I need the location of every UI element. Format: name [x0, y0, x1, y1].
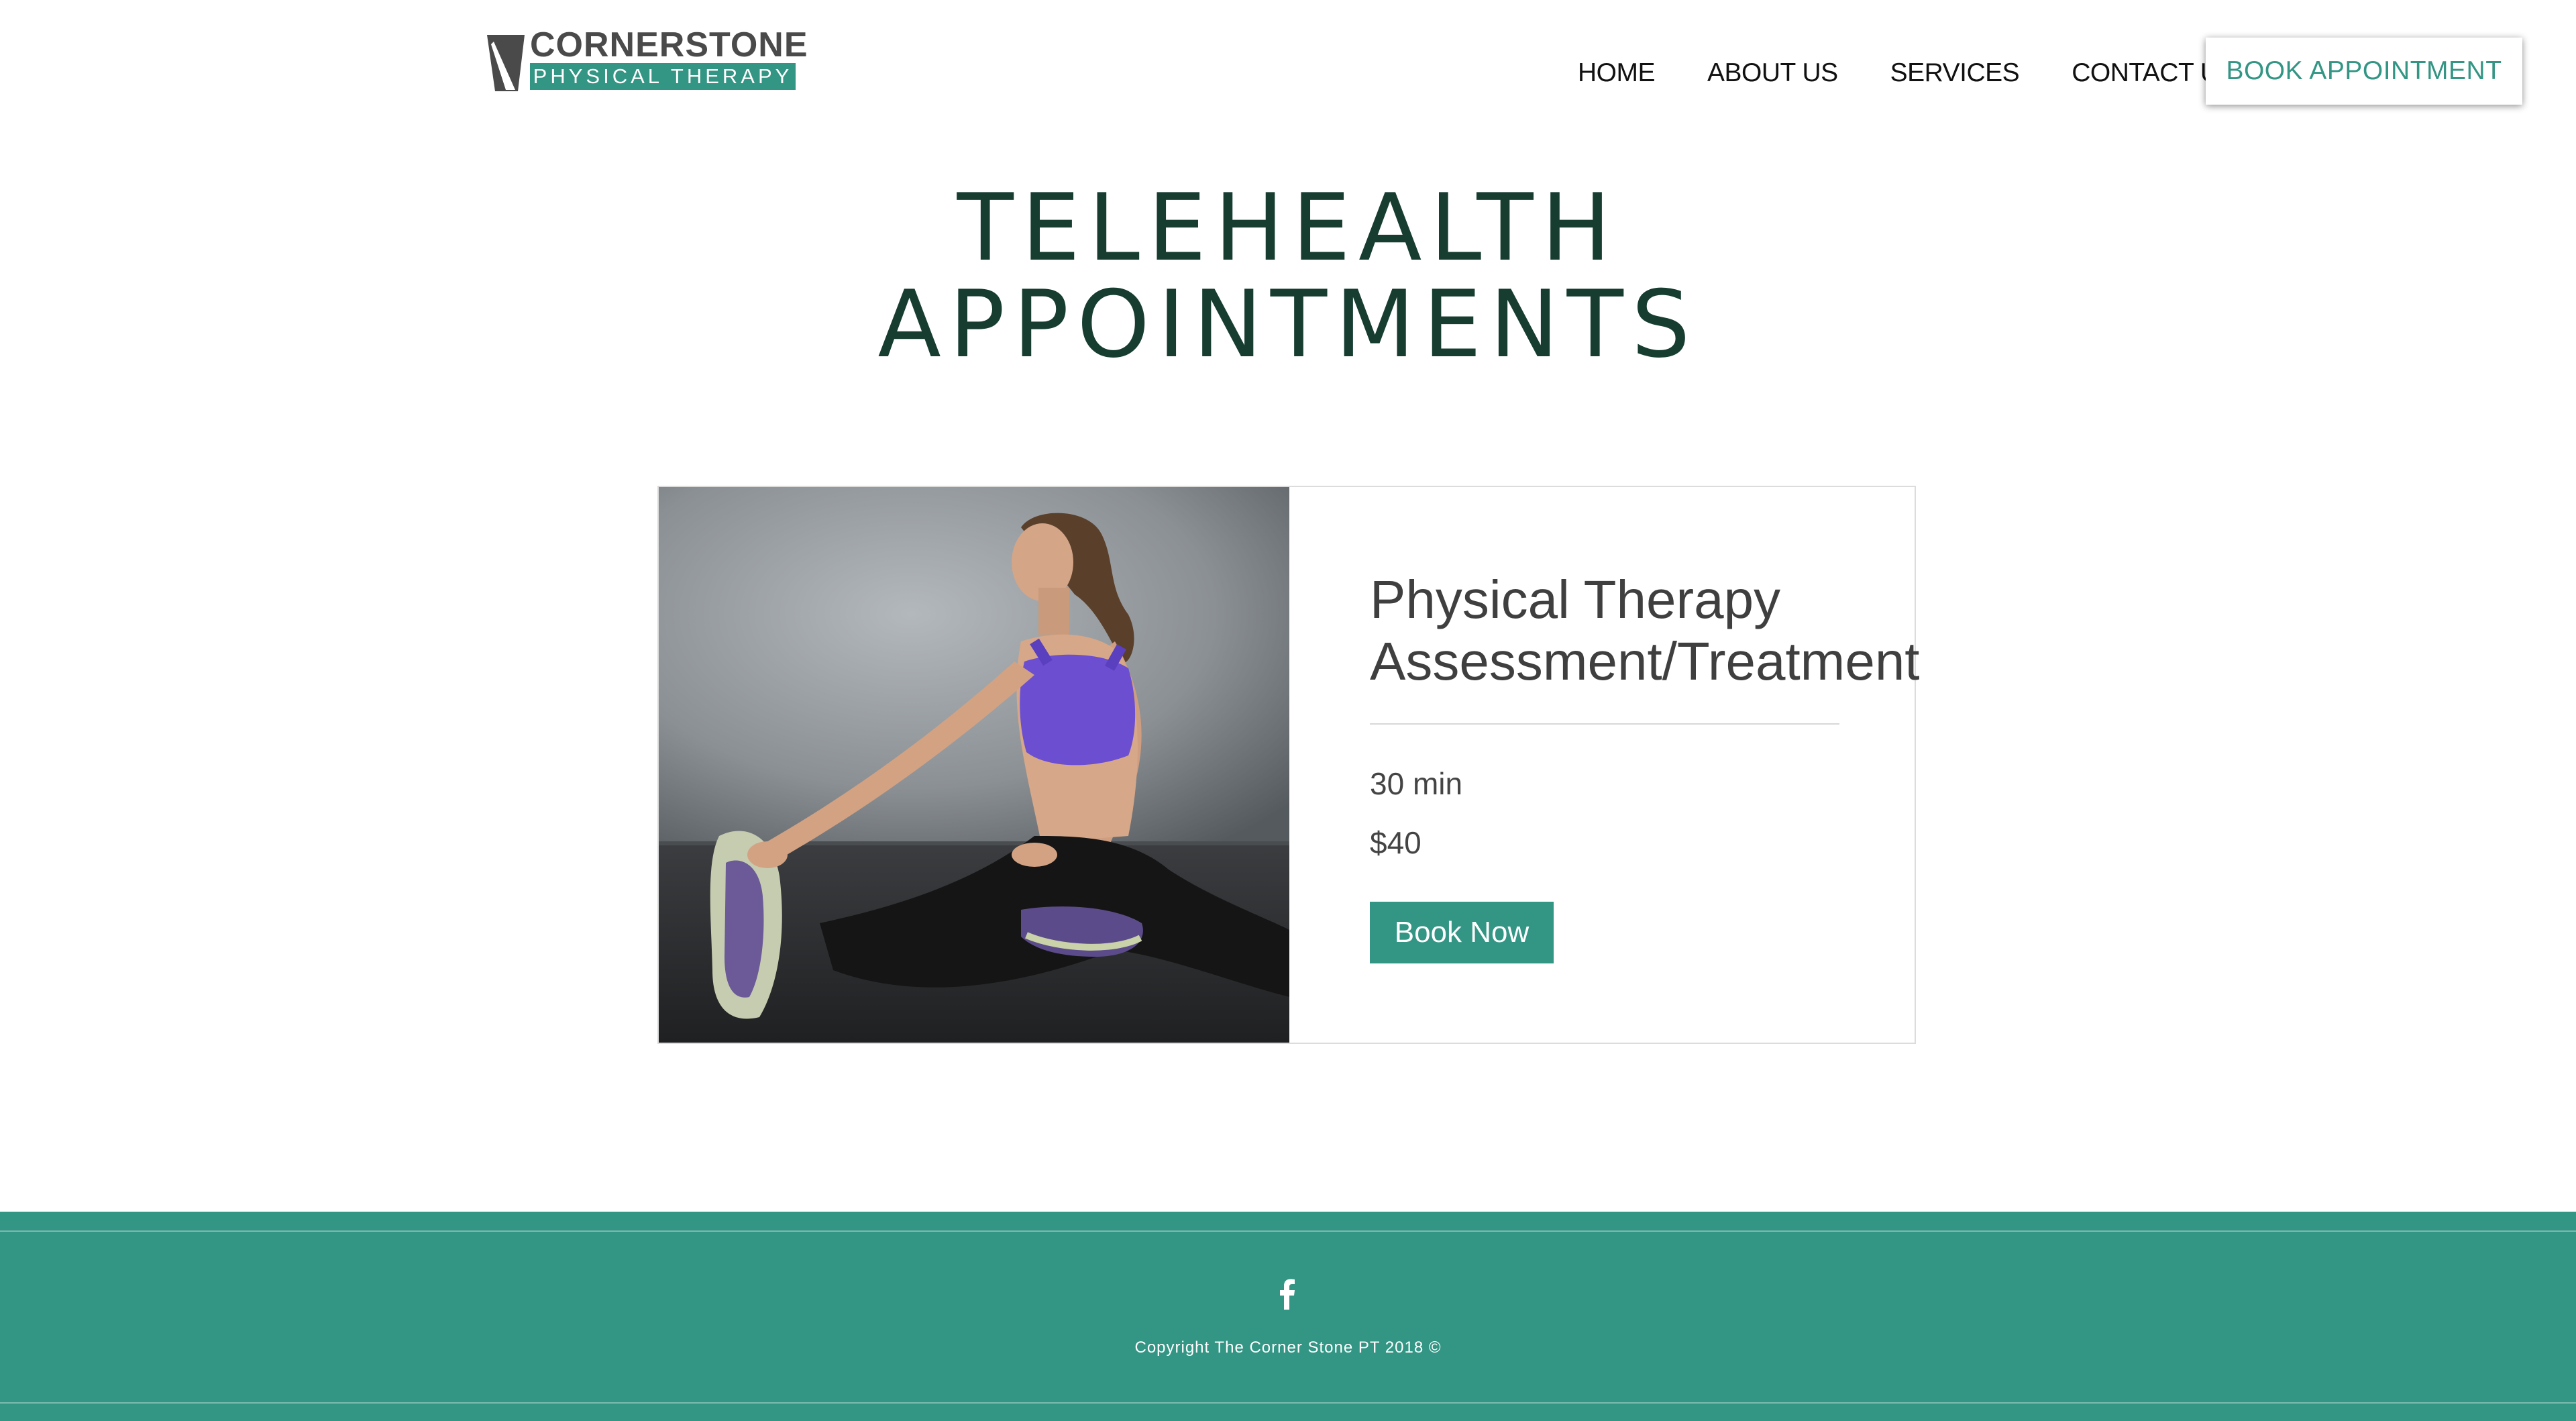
nav-home[interactable]: HOME — [1578, 56, 1656, 90]
facebook-glyph — [1280, 1279, 1295, 1310]
logo-tagline: PHYSICAL THERAPY — [530, 63, 796, 90]
logo-name: CORNERSTONE — [530, 25, 808, 64]
service-card: Physical Therapy Assessment/Treatment 30… — [657, 486, 1920, 1044]
page-title-line-1: TELEHEALTH — [957, 174, 1619, 282]
footer-divider-top — [0, 1230, 2576, 1232]
woman-stretching-photo — [659, 487, 1289, 1043]
nav-about-us[interactable]: ABOUT US — [1707, 56, 1838, 90]
service-duration: 30 min — [1370, 766, 1463, 801]
service-divider — [1370, 723, 1839, 725]
page-title-line-2: APPOINTMENTS — [877, 270, 1699, 378]
logo-mark-icon — [487, 35, 525, 91]
service-price: $40 — [1370, 825, 1421, 860]
copyright-text: Copyright The Corner Stone PT 2018 © — [1134, 1338, 1442, 1357]
footer — [0, 1212, 2576, 1421]
footer-divider-bottom — [0, 1402, 2576, 1404]
service-title-line-2: Assessment/Treatment — [1370, 631, 1920, 691]
service-title[interactable]: Physical Therapy Assessment/Treatment — [1370, 569, 1920, 692]
book-now-button[interactable]: Book Now — [1370, 902, 1554, 963]
facebook-icon[interactable] — [1273, 1277, 1303, 1310]
nav-services[interactable]: SERVICES — [1890, 56, 2020, 90]
logo[interactable]: CORNERSTONE PHYSICAL THERAPY — [487, 27, 808, 91]
book-appointment-button[interactable]: BOOK APPOINTMENT — [2206, 38, 2522, 105]
service-info: Physical Therapy Assessment/Treatment 30… — [1370, 569, 1920, 963]
service-title-line-1: Physical Therapy — [1370, 570, 1781, 629]
main-nav: HOME ABOUT US SERVICES CONTACT US — [1578, 56, 2237, 90]
service-photo[interactable] — [659, 487, 1289, 1043]
page-title: TELEHEALTH APPOINTMENTS — [671, 180, 1905, 373]
